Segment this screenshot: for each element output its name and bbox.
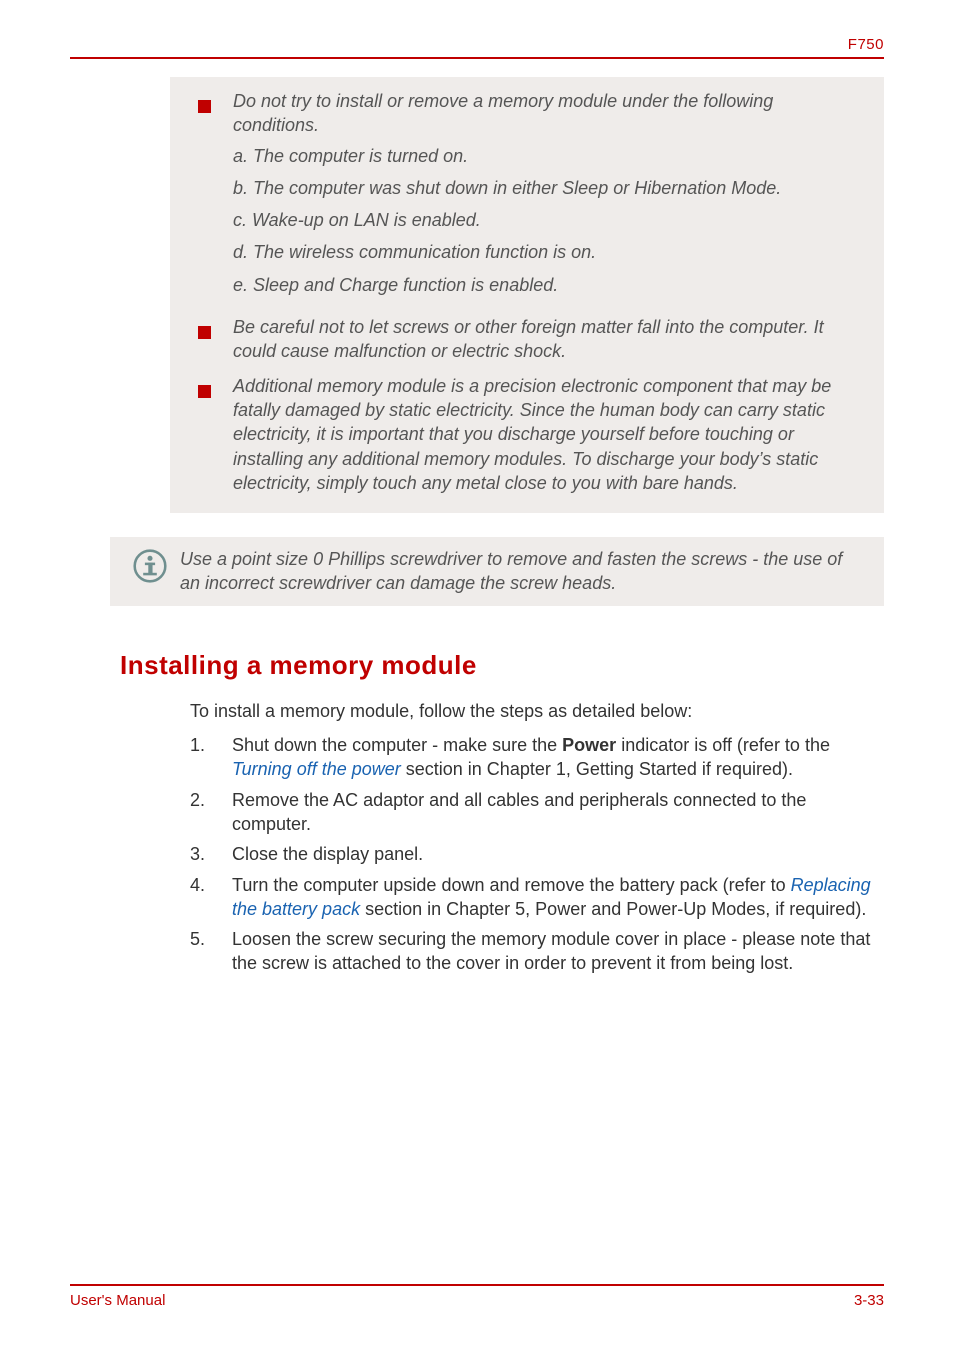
warning-item: Be careful not to let screws or other fo… [198, 315, 856, 364]
step-item: Turn the computer upside down and remove… [190, 873, 884, 922]
step-item: Remove the AC adaptor and all cables and… [190, 788, 884, 837]
bullet-square-icon [198, 321, 211, 345]
header-model: F750 [70, 36, 884, 53]
warning-item: Do not try to install or remove a memory… [198, 89, 856, 305]
warning-subitem: e. Sleep and Charge function is enabled. [233, 273, 856, 297]
footer-rule [70, 1284, 884, 1286]
step-text: Close the display panel. [232, 844, 423, 864]
warning-subitem: c. Wake-up on LAN is enabled. [233, 208, 856, 232]
footer: User's Manual 3-33 [70, 1284, 884, 1309]
info-icon [120, 547, 180, 583]
page: F750 Do not try to install or remove a m… [0, 0, 954, 1345]
warning-subitem: d. The wireless communication function i… [233, 240, 856, 264]
footer-left: User's Manual [70, 1292, 165, 1309]
step-text: Turn the computer upside down and remove… [232, 875, 791, 895]
warning-subitem: a. The computer is turned on. [233, 144, 856, 168]
step-text: section in Chapter 5, Power and Power-Up… [360, 899, 866, 919]
bullet-square-icon [198, 95, 211, 119]
warning-text: Additional memory module is a precision … [233, 374, 856, 495]
step-text: indicator is off (refer to the [616, 735, 830, 755]
footer-right: 3-33 [854, 1292, 884, 1309]
header-rule [70, 57, 884, 59]
warning-item: Additional memory module is a precision … [198, 374, 856, 495]
warning-subitem: b. The computer was shut down in either … [233, 176, 856, 200]
steps-list: Shut down the computer - make sure the P… [190, 733, 884, 976]
bullet-square-icon [198, 380, 211, 404]
info-text: Use a point size 0 Phillips screwdriver … [180, 547, 858, 596]
warning-callout: Do not try to install or remove a memory… [170, 77, 884, 513]
step-text: Remove the AC adaptor and all cables and… [232, 790, 806, 834]
step-text: Loosen the screw securing the memory mod… [232, 929, 870, 973]
step-text: Shut down the computer - make sure the [232, 735, 562, 755]
step-item: Loosen the screw securing the memory mod… [190, 927, 884, 976]
step-bold: Power [562, 735, 616, 755]
step-text: section in Chapter 1, Getting Started if… [401, 759, 793, 779]
step-item: Shut down the computer - make sure the P… [190, 733, 884, 782]
section-heading: Installing a memory module [120, 650, 884, 681]
info-callout: Use a point size 0 Phillips screwdriver … [110, 537, 884, 606]
link-turning-off-power[interactable]: Turning off the power [232, 759, 401, 779]
section-intro: To install a memory module, follow the s… [190, 699, 884, 723]
warning-text: Do not try to install or remove a memory… [233, 91, 773, 135]
warning-text: Be careful not to let screws or other fo… [233, 315, 856, 364]
step-item: Close the display panel. [190, 842, 884, 866]
